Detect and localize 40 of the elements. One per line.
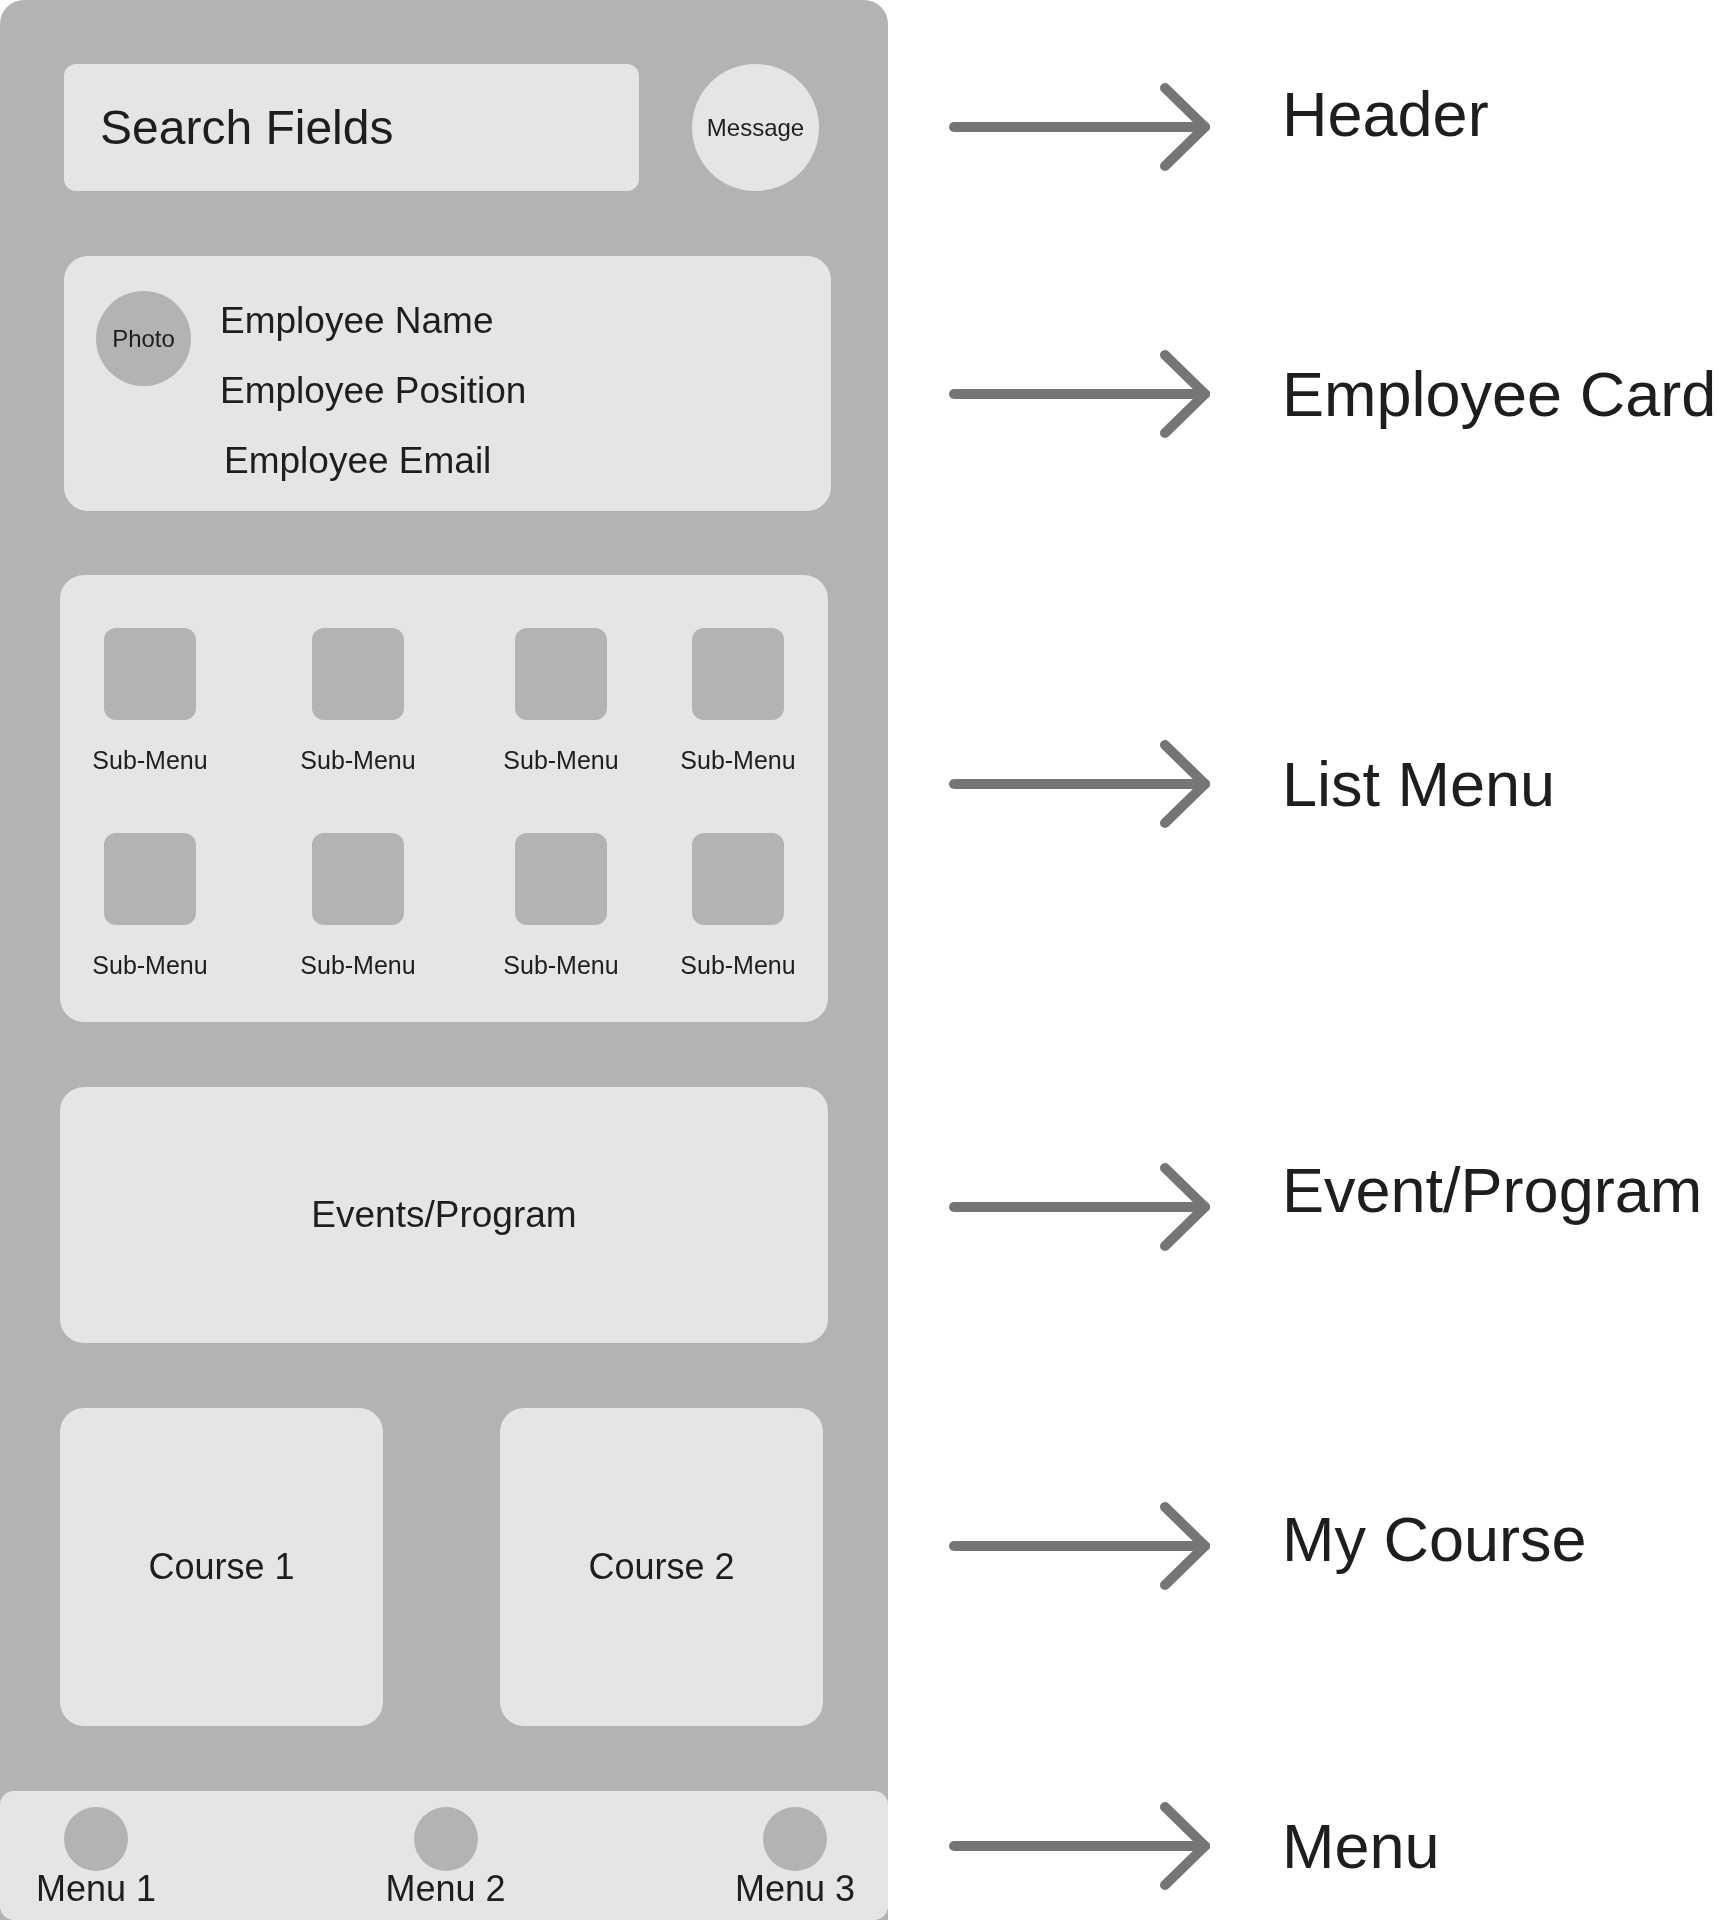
sub-menu-button[interactable]: Sub-Menu [491, 833, 631, 980]
sub-menu-button[interactable]: Sub-Menu [80, 833, 220, 980]
sub-menu-button[interactable]: Sub-Menu [80, 628, 220, 775]
annotation-label: Header [1282, 78, 1489, 150]
course-title: Course 2 [588, 1545, 735, 1589]
course-title: Course 1 [148, 1545, 295, 1589]
nav-menu-button[interactable]: Menu 1 [26, 1807, 166, 1907]
square-tile-icon [692, 628, 784, 720]
square-tile-icon [692, 833, 784, 925]
circle-icon [763, 1807, 827, 1871]
employee-position: Employee Position [220, 369, 527, 413]
sub-menu-button[interactable]: Sub-Menu [288, 628, 428, 775]
square-tile-icon [515, 628, 607, 720]
annotation-label: My Course [1282, 1503, 1587, 1575]
profile-photo-button[interactable]: Photo [96, 291, 191, 386]
annotation-label: Event/Program [1282, 1154, 1703, 1226]
sub-menu-button[interactable]: Sub-Menu [668, 833, 808, 980]
sub-menu-button[interactable]: Sub-Menu [668, 628, 808, 775]
square-tile-icon [515, 833, 607, 925]
annotation-label: Employee Card [1282, 358, 1717, 430]
sub-menu-button[interactable]: Sub-Menu [491, 628, 631, 775]
nav-menu-button[interactable]: Menu 2 [375, 1807, 516, 1907]
annotation-label: Menu [1282, 1810, 1440, 1882]
nav-menu-button[interactable]: Menu 3 [725, 1807, 865, 1907]
circle-icon [413, 1807, 478, 1871]
circle-icon [64, 1807, 128, 1871]
sub-menu-button[interactable]: Sub-Menu [288, 833, 428, 980]
annotation-label: List Menu [1282, 748, 1556, 820]
square-tile-icon [312, 833, 404, 925]
square-tile-icon [104, 833, 196, 925]
square-tile-icon [104, 628, 196, 720]
employee-email: Employee Email [224, 439, 493, 483]
message-button[interactable]: Message [692, 64, 819, 191]
search-field[interactable]: Search Fields [64, 64, 639, 191]
square-tile-icon [312, 628, 404, 720]
employee-name: Employee Name [220, 299, 495, 343]
events-title: Events/Program [311, 1193, 577, 1238]
events-card[interactable]: Events/Program [60, 1087, 828, 1343]
course-card[interactable]: Course 1 [60, 1408, 383, 1726]
course-card[interactable]: Course 2 [500, 1408, 823, 1726]
